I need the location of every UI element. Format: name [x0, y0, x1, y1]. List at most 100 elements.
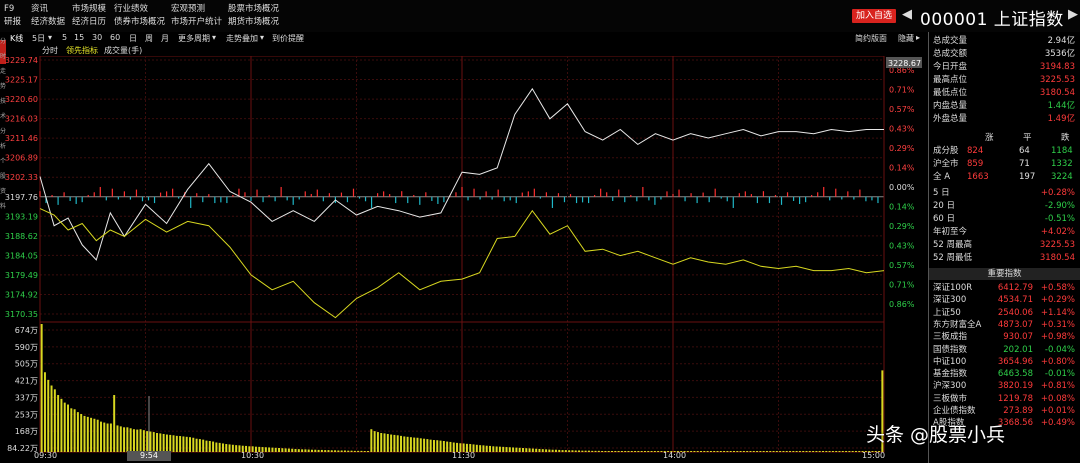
index-change: +1.14% [1040, 307, 1075, 318]
menu-econ-data[interactable]: 经济数据 [31, 16, 65, 29]
menu-industry[interactable]: 行业绩效 [114, 3, 165, 16]
index-change: +0.31% [1040, 319, 1075, 330]
stat-label: 52 周最低 [933, 253, 973, 263]
index-row[interactable]: 企业债指数 273.89 +0.01% [933, 405, 1077, 417]
index-row[interactable]: 深证100R 6412.79 +0.58% [933, 282, 1077, 294]
breadth-cell: 3224 [1051, 172, 1073, 182]
hide-button[interactable]: 隐藏 [898, 33, 914, 44]
menu-stock-overview[interactable]: 股票市场概况 [228, 3, 279, 16]
menu-col-2[interactable]: 资讯 经济数据 [31, 3, 65, 29]
menu-col-5[interactable]: 宏观预测 市场开户统计 [171, 3, 222, 29]
stat-value: 3180.54 [1039, 253, 1075, 263]
stat-label: 20 日 [933, 201, 956, 211]
stat-label: 内盘总量 [933, 101, 968, 111]
index-change: +0.98% [1040, 332, 1075, 343]
index-row[interactable]: 三板成指 930.07 +0.98% [933, 331, 1077, 343]
index-name: 东方财富全A [933, 319, 982, 330]
index-row[interactable]: 国债指数 202.01 -0.04% [933, 344, 1077, 356]
pct-tick-label: 0.86% [889, 300, 915, 309]
menu-f9[interactable]: F9 [4, 3, 21, 16]
menu-econ-calendar[interactable]: 经济日历 [72, 16, 106, 29]
volume-tick-label: 168万 [15, 427, 38, 436]
tab-day[interactable]: 日 [129, 33, 137, 44]
pct-tick-label: 0.43% [889, 124, 915, 133]
intraday-chart[interactable]: 3229.74 3225.17 3220.60 3216.03 3211.46 3206.… [0, 56, 925, 463]
menu-futures-overview[interactable]: 期货市场概况 [228, 16, 279, 29]
stat-row: 总成交额 3536亿 [933, 48, 1077, 60]
index-name: 国债指数 [933, 344, 968, 355]
index-title: 000001 上证指数 [920, 10, 1064, 30]
menu-account-stats[interactable]: 市场开户统计 [171, 16, 222, 29]
tab-intraday[interactable]: 分时 [42, 45, 58, 56]
index-row[interactable]: 沪深300 3820.19 +0.81% [933, 380, 1077, 392]
breadth-cell: 1663 [967, 172, 989, 182]
tab-leading-indicator[interactable]: 领先指标 [66, 45, 98, 56]
chevron-down-icon[interactable]: ▾ [212, 33, 216, 42]
price-tick-label: 3202.33 [5, 173, 38, 182]
index-change: +0.29% [1040, 295, 1075, 306]
index-change: +0.81% [1040, 381, 1075, 392]
menu-col-4[interactable]: 行业绩效 债券市场概况 [114, 3, 165, 29]
chevron-down-icon[interactable]: ▾ [48, 33, 52, 42]
prev-arrow-icon[interactable]: ◀ [902, 7, 912, 22]
tab-5day[interactable]: 5日 [32, 33, 45, 44]
index-price: 273.89 [1003, 406, 1033, 416]
stat-value: -0.51% [1044, 214, 1075, 224]
more-periods-dropdown[interactable]: 更多周期 [178, 33, 210, 44]
stat-row: 内盘总量 1.44亿 [933, 100, 1077, 112]
breadth-cell: 859 [967, 159, 984, 169]
chevron-down-icon[interactable]: ▾ [260, 33, 264, 42]
index-name: 企业债指数 [933, 406, 976, 416]
menu-col-3[interactable]: 市场规模 经济日历 [72, 3, 106, 29]
price-alert-button[interactable]: 到价提醒 [272, 33, 304, 44]
pct-tick-label: 0.43% [889, 242, 915, 251]
stat-value: 3225.53 [1039, 240, 1075, 250]
simple-layout-button[interactable]: 简约版面 [855, 33, 887, 44]
breadth-cell: 71 [1019, 159, 1030, 169]
index-change: +0.58% [1040, 283, 1075, 293]
pct-tick-label: 0.00% [889, 183, 915, 192]
price-tick-label: 3193.19 [5, 212, 38, 221]
breadth-cell: 1184 [1051, 146, 1073, 156]
index-row[interactable]: 深证300 4534.71 +0.29% [933, 294, 1077, 306]
menu-col-6[interactable]: 股票市场概况 期货市场概况 [228, 3, 279, 29]
index-price: 3820.19 [997, 381, 1033, 392]
price-tick-label: 3197.76 [5, 193, 38, 202]
add-favorite-button[interactable]: 加入自选 [852, 9, 896, 23]
menu-market-size[interactable]: 市场规模 [72, 3, 106, 16]
index-row[interactable]: 东方财富全A 4873.07 +0.31% [933, 319, 1077, 331]
expand-icon[interactable]: ▸ [916, 33, 920, 42]
stat-label: 5 日 [933, 188, 950, 198]
tab-30min[interactable]: 30 [92, 33, 102, 42]
breadth-col-header: 跌 [1061, 133, 1070, 143]
time-cursor-label: 9:54 [127, 451, 171, 461]
index-row[interactable]: 三板做市 1219.78 +0.08% [933, 393, 1077, 405]
index-price: 930.07 [1003, 332, 1033, 343]
breadth-cell: 64 [1019, 146, 1030, 156]
tab-kline[interactable]: K线 [10, 33, 23, 44]
index-price: 202.01 [1003, 344, 1033, 355]
overlay-dropdown[interactable]: 走势叠加 [226, 33, 258, 44]
index-name: 沪深300 [933, 381, 967, 392]
index-row[interactable]: 基金指数 6463.58 -0.01% [933, 368, 1077, 380]
menu-research[interactable]: 研报 [4, 16, 21, 29]
index-change: -0.01% [1044, 369, 1075, 380]
pct-tick-label: 0.71% [889, 85, 915, 94]
index-name: 中证100 [933, 356, 967, 367]
breadth-row: 沪全市 859 71 1332 [933, 158, 1077, 170]
menu-macro-forecast[interactable]: 宏观预测 [171, 3, 222, 16]
menu-bond-overview[interactable]: 债券市场概况 [114, 16, 165, 29]
tab-5min[interactable]: 5 [62, 33, 67, 42]
tab-week[interactable]: 周 [145, 33, 153, 44]
index-row[interactable]: 中证100 3654.96 +0.80% [933, 356, 1077, 368]
stat-value: +4.02% [1040, 227, 1075, 237]
next-arrow-icon[interactable]: ▶ [1068, 7, 1078, 22]
tab-15min[interactable]: 15 [74, 33, 84, 42]
tab-month[interactable]: 月 [161, 33, 169, 44]
tab-60min[interactable]: 60 [110, 33, 120, 42]
index-row[interactable]: 上证50 2540.06 +1.14% [933, 307, 1077, 319]
menu-col-1[interactable]: F9 研报 [4, 3, 21, 29]
menu-news[interactable]: 资讯 [31, 3, 65, 16]
index-name: 三板做市 [933, 393, 968, 404]
tab-volume[interactable]: 成交量(手) [104, 45, 142, 56]
